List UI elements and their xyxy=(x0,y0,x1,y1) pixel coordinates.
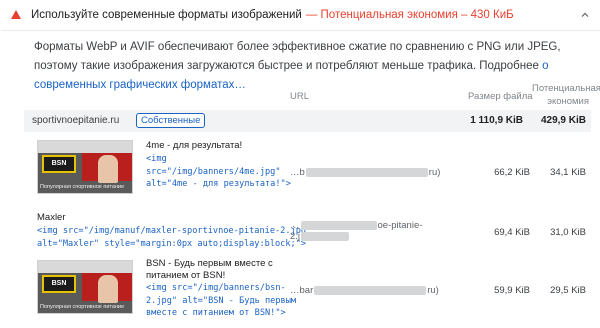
url-prefix: …bar xyxy=(290,285,314,296)
table-row: BSN Популярная спортивное питание BSN - … xyxy=(24,256,591,328)
entity-group-row: sportivnoepitanie.ru Собственные 1 110,9… xyxy=(24,110,591,132)
node-snippet[interactable]: <img src="/img/banners/4me.jpg" alt="4me… xyxy=(146,153,291,191)
modern-image-formats-audit: Используйте современные форматы изображе… xyxy=(0,0,600,328)
entity-total-savings: 429,9 KiB xyxy=(540,115,586,126)
node-label: Maxler xyxy=(37,212,66,223)
url-redacted xyxy=(301,231,350,241)
entity-name: sportivnoepitanie.ru xyxy=(32,115,120,126)
url-suffix: ru) xyxy=(428,167,441,178)
url-redacted xyxy=(314,285,427,295)
node-label: BSN - Будь первым вместе с питанием от B… xyxy=(146,258,273,281)
url-redacted xyxy=(305,167,428,177)
table-row: Maxler <img src="/img/manuf/maxler-sport… xyxy=(24,208,591,252)
resource-url[interactable]: … oe-pitanie- 2.j xyxy=(290,220,422,242)
fail-triangle-icon xyxy=(11,10,21,19)
audit-header[interactable]: Используйте современные форматы изображе… xyxy=(1,0,600,31)
potential-savings: 31,0 KiB xyxy=(550,227,586,238)
entity-total-size: 1 110,9 KiB xyxy=(470,115,523,126)
column-header-savings-line1: Потенциальная xyxy=(532,83,600,94)
column-header-savings-line2: экономия xyxy=(547,96,589,107)
chevron-up-icon[interactable] xyxy=(579,9,591,21)
image-thumbnail: BSN Популярная спортивное питание xyxy=(37,260,133,314)
audit-title-text: Используйте современные форматы изображе… xyxy=(31,9,302,21)
url-mid: oe-pitanie- xyxy=(377,220,423,231)
thumbnail-caption: Популярная спортивное питание xyxy=(40,304,125,310)
node-snippet[interactable]: <img src="/img/manuf/maxler-sportivnoe-p… xyxy=(37,225,311,250)
node-label: 4me - для результата! xyxy=(146,140,243,151)
first-party-badge: Собственные xyxy=(136,113,206,128)
description-text: Форматы WebP и AVIF обеспечивают более э… xyxy=(34,41,561,72)
thumbnail-caption: Популярная спортивное питание xyxy=(40,184,125,190)
audit-savings: — Потенциальная экономия – 430 КиБ xyxy=(305,9,514,21)
file-size: 66,2 KiB xyxy=(494,167,530,178)
table-header: URL Размер файла Потенциальная экономия xyxy=(24,80,600,110)
image-thumbnail: BSN Популярная спортивное питание xyxy=(37,140,133,194)
file-size: 69,4 KiB xyxy=(494,227,530,238)
node-snippet[interactable]: <img src="/img/banners/bsn- 2.jpg" alt="… xyxy=(146,282,296,320)
resource-url[interactable]: …b ru) xyxy=(290,167,440,178)
thumbnail-logo-text: BSN xyxy=(51,280,67,287)
url-prefix: …b xyxy=(290,167,305,178)
url-prefix: … xyxy=(290,220,300,231)
audit-title: Используйте современные форматы изображе… xyxy=(31,9,514,21)
column-header-url: URL xyxy=(290,91,310,102)
potential-savings: 29,5 KiB xyxy=(550,285,586,296)
url-redacted xyxy=(300,220,377,230)
url-suffix: ru) xyxy=(427,285,439,296)
file-size: 59,9 KiB xyxy=(494,285,530,296)
resource-url[interactable]: …bar ru) xyxy=(290,285,439,296)
table-row: BSN Популярная спортивное питание 4me - … xyxy=(24,136,591,202)
url-line2: 2.j xyxy=(290,231,301,242)
potential-savings: 34,1 KiB xyxy=(550,167,586,178)
thumbnail-logo-text: BSN xyxy=(51,160,67,167)
column-header-savings: Потенциальная экономия xyxy=(532,82,600,108)
